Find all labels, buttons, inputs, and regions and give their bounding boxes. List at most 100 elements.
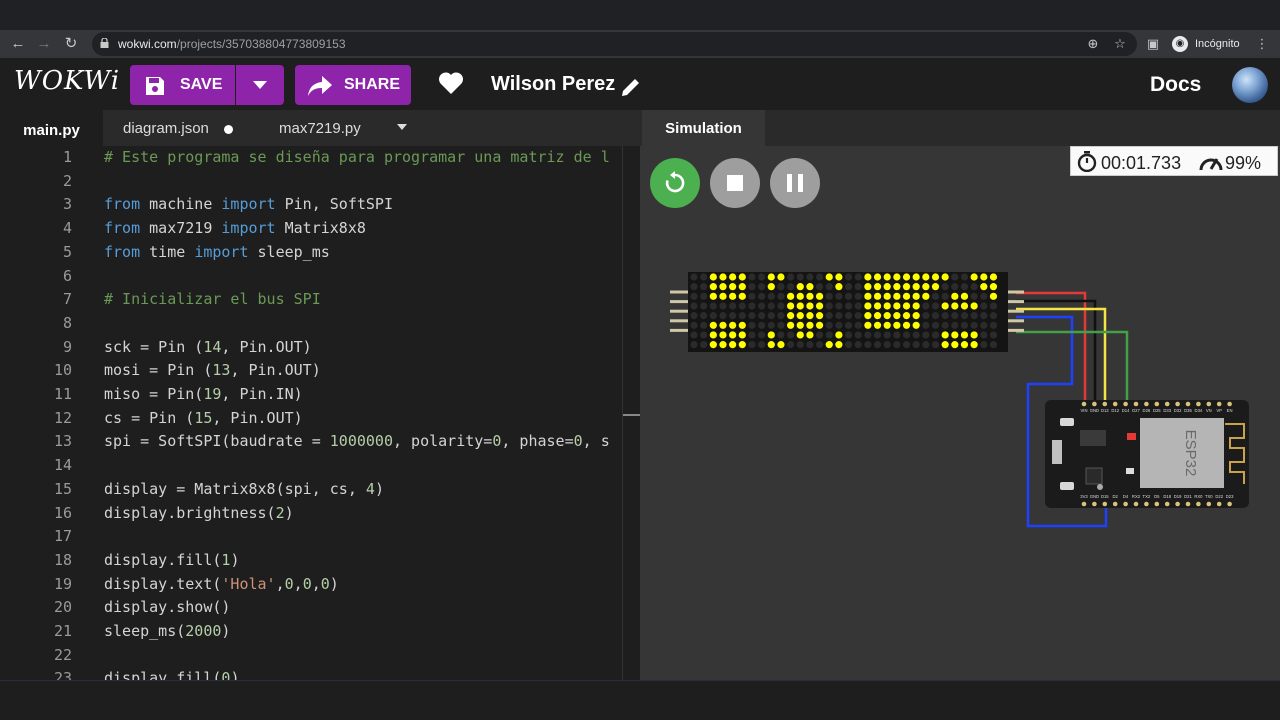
led-on [902, 292, 911, 300]
bookmark-star-icon[interactable]: ☆ [1112, 36, 1128, 52]
wokwi-logo[interactable]: WOKWi [14, 66, 120, 96]
heart-icon[interactable] [438, 71, 464, 95]
led-off [931, 292, 940, 300]
led-off [719, 312, 727, 320]
save-button[interactable]: SAVE [130, 65, 235, 105]
led-off [960, 312, 969, 320]
code-line[interactable]: # Este programa se diseña para programar… [104, 148, 610, 166]
code-line[interactable]: from time import sleep_ms [104, 243, 330, 261]
pin-label-bottom: D15 [1101, 494, 1109, 499]
led-on [960, 302, 969, 310]
led-on [835, 331, 843, 339]
boot-button[interactable] [1060, 418, 1074, 426]
led-on [719, 283, 727, 291]
code-line[interactable]: miso = Pin(19, Pin.IN) [104, 385, 303, 403]
led-off [941, 321, 949, 329]
tab-diagram-json[interactable]: diagram.json [123, 110, 234, 146]
share-button[interactable]: SHARE [295, 65, 411, 105]
tab-max7219-py[interactable]: max7219.py [279, 110, 361, 146]
max7219-matrix[interactable] [670, 272, 1024, 352]
led-on [941, 273, 949, 281]
led-off [912, 331, 920, 339]
led-on [912, 292, 920, 300]
led-off [854, 331, 862, 339]
led-off [748, 341, 756, 349]
led-off [690, 273, 698, 281]
line-number: 9 [62, 337, 72, 356]
reload-icon[interactable]: ↻ [61, 34, 81, 54]
matrix-pin [1008, 300, 1024, 304]
led-on [970, 331, 978, 339]
editor-tabs: main.py diagram.json max7219.py [0, 110, 640, 146]
led-on [912, 273, 920, 281]
led-on [777, 273, 785, 281]
tab-main-py[interactable]: main.py [0, 110, 103, 146]
led-off [729, 312, 737, 320]
avatar[interactable] [1232, 67, 1268, 103]
side-panel-icon[interactable]: ▣ [1145, 36, 1161, 52]
led-on [873, 321, 882, 329]
esp32-board[interactable]: VIN3V3GNDGNDD13D15D12D2D14D4D27RX2D26TX2… [1045, 400, 1249, 508]
en-button[interactable] [1060, 482, 1074, 490]
incognito-icon[interactable]: ◉ [1172, 36, 1188, 52]
back-icon[interactable]: ← [8, 34, 28, 54]
tabs-more-caret-icon[interactable] [397, 124, 407, 130]
share-arrow-icon [308, 76, 332, 96]
edit-pencil-icon[interactable] [620, 76, 642, 98]
led-on [796, 283, 804, 291]
save-label: SAVE [180, 76, 223, 93]
editor-scrollbar[interactable] [623, 414, 640, 416]
led-off [815, 331, 824, 339]
forward-icon[interactable]: → [34, 34, 54, 54]
din-wire[interactable] [1016, 307, 1107, 401]
led-on [883, 283, 891, 291]
code-line[interactable]: display.brightness(2) [104, 504, 294, 522]
led-off [690, 302, 698, 310]
pin-label-bottom: D18 [1163, 494, 1171, 499]
code-line[interactable]: sleep_ms(2000) [104, 622, 230, 640]
esp32-pin [1164, 401, 1170, 407]
line-number: 13 [53, 432, 72, 451]
pin-label-top: VP [1216, 408, 1222, 413]
led-off [825, 292, 833, 300]
led-off [854, 292, 862, 300]
line-number: 12 [53, 408, 72, 427]
menu-dots-icon[interactable]: ⋮ [1254, 36, 1270, 52]
tab-simulation[interactable]: Simulation [642, 110, 765, 146]
esp32-module-shield [1140, 418, 1224, 488]
zoom-icon[interactable]: ⊕ [1085, 36, 1101, 52]
led-off [777, 312, 785, 320]
code-line[interactable]: sck = Pin (14, Pin.OUT) [104, 338, 312, 356]
esp32-pin [1206, 501, 1212, 507]
led-on [951, 292, 959, 300]
pin-label-top: D13 [1101, 408, 1109, 413]
code-line[interactable]: mosi = Pin (13, Pin.OUT) [104, 361, 321, 379]
incognito-label[interactable]: Incógnito [1195, 38, 1240, 50]
line-number: 17 [53, 527, 72, 546]
code-line[interactable]: spi = SoftSPI(baudrate = 1000000, polari… [104, 432, 610, 450]
led-on [922, 273, 930, 281]
led-on [980, 283, 988, 291]
led-off [700, 312, 708, 320]
led-off [738, 312, 746, 320]
code-line[interactable]: display.show() [104, 598, 230, 616]
led-off [980, 341, 988, 349]
led-off [951, 283, 959, 291]
code-line[interactable]: display.fill(0) [104, 669, 239, 680]
led-off [748, 312, 756, 320]
code-line[interactable]: # Inicializar el bus SPI [104, 290, 321, 308]
code-line[interactable]: display.fill(1) [104, 551, 239, 569]
code-line[interactable]: display.text('Hola',0,0,0) [104, 575, 339, 593]
simulation-tabs: Simulation [640, 110, 1280, 146]
url-text[interactable]: wokwi.com/projects/357038804773809153 [118, 37, 346, 51]
led-off [690, 292, 698, 300]
led-off [835, 321, 843, 329]
code-line[interactable]: cs = Pin (15, Pin.OUT) [104, 409, 303, 427]
code-line[interactable]: from max7219 import Matrix8x8 [104, 219, 366, 237]
docs-link[interactable]: Docs [1150, 73, 1201, 97]
code-line[interactable]: display = Matrix8x8(spi, cs, 4) [104, 480, 384, 498]
save-dropdown-button[interactable] [236, 65, 284, 105]
led-off [902, 331, 911, 339]
code-editor[interactable]: 1 # Este programa se diseña para programa… [0, 146, 640, 680]
code-line[interactable]: from machine import Pin, SoftSPI [104, 195, 393, 213]
